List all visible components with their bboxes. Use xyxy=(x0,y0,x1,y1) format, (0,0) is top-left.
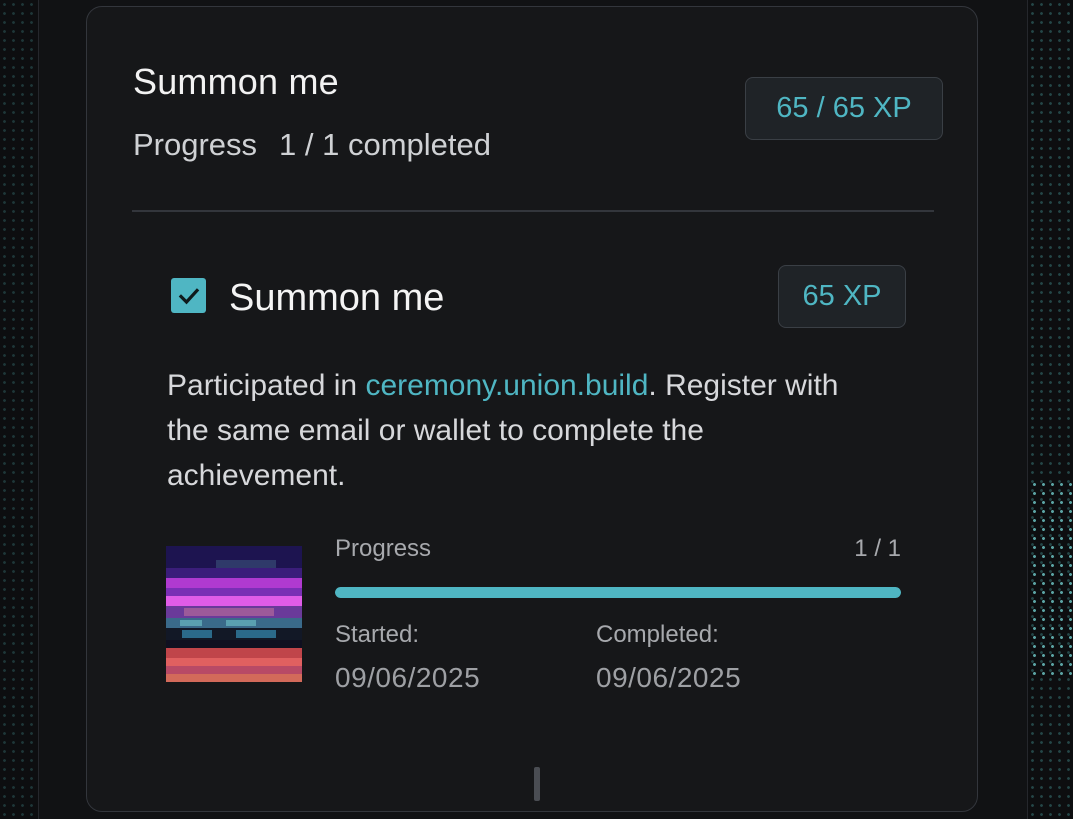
task-checkbox[interactable] xyxy=(171,278,206,313)
achievement-progress: Progress 1 / 1 completed xyxy=(133,127,491,163)
task-description: Participated in ceremony.union.build. Re… xyxy=(167,363,867,498)
check-icon xyxy=(178,287,199,304)
task-title: Summon me xyxy=(229,277,445,319)
completed-label: Completed: xyxy=(596,621,719,648)
scroll-handle[interactable] xyxy=(534,767,540,801)
decorative-dot-pattern-accent xyxy=(1030,480,1073,680)
completed-date: 09/06/2025 xyxy=(596,662,742,693)
decorative-dot-pattern-left xyxy=(0,0,38,819)
task-progress-label: Progress xyxy=(335,535,432,562)
page-background: Summon me Progress 1 / 1 completed 65 / 6… xyxy=(0,0,1073,819)
task-description-prefix: Participated in xyxy=(167,369,366,402)
achievement-progress-value: 1 / 1 completed xyxy=(279,127,492,162)
column-border-right xyxy=(1027,0,1028,819)
achievement-title: Summon me xyxy=(133,61,339,102)
task-thumbnail-image xyxy=(166,546,302,682)
ceremony-link[interactable]: ceremony.union.build xyxy=(365,369,648,402)
achievement-card: Summon me Progress 1 / 1 completed 65 / 6… xyxy=(86,6,978,812)
task-progress-bar-fill xyxy=(335,587,901,598)
decorative-dot-pattern-right xyxy=(1028,0,1073,819)
achievement-xp-badge: 65 / 65 XP xyxy=(745,77,943,140)
card-divider xyxy=(132,210,934,212)
task-progress-bar xyxy=(335,587,901,598)
task-xp-badge: 65 XP xyxy=(778,265,906,328)
started-label: Started: xyxy=(335,621,420,648)
started-date: 09/06/2025 xyxy=(335,662,481,693)
column-border-left xyxy=(38,0,39,819)
task-progress-value: 1 / 1 xyxy=(854,535,901,562)
achievement-progress-label: Progress xyxy=(133,127,258,162)
